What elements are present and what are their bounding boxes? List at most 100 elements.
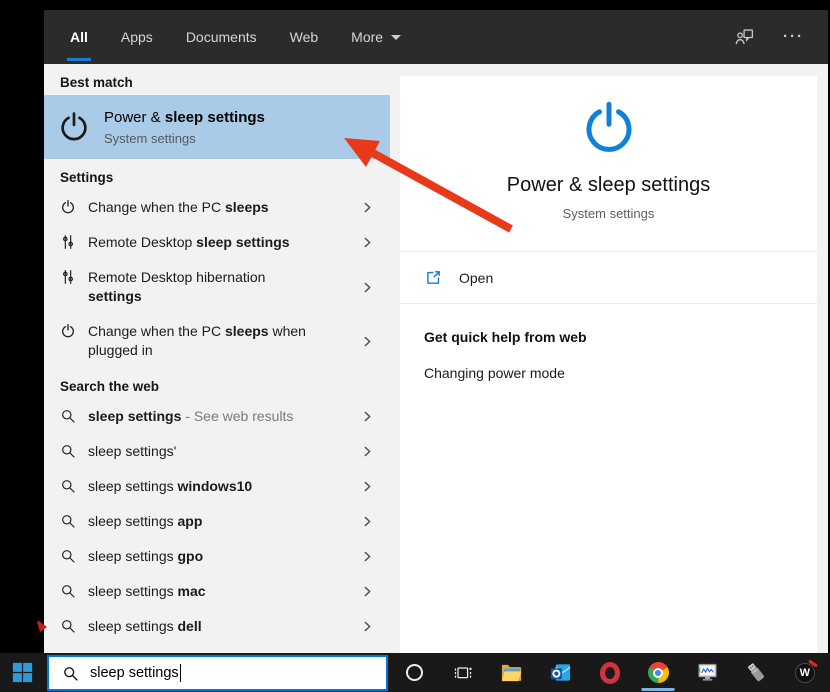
tab-all[interactable]: All — [67, 10, 91, 64]
windows-start-icon — [12, 662, 33, 683]
outlook-icon — [549, 661, 572, 684]
web-section-header: Search the web — [60, 379, 160, 394]
chevron-right-icon[interactable] — [361, 585, 374, 598]
chevron-right-icon[interactable] — [361, 201, 374, 214]
tab-apps[interactable]: Apps — [121, 10, 153, 64]
taskbar-usb-drive-icon[interactable] — [732, 653, 781, 692]
chevron-right-icon[interactable] — [361, 515, 374, 528]
preview-title: Power & sleep settings — [506, 174, 711, 196]
topbar-actions: ··· — [734, 27, 804, 48]
taskbar-chrome-icon[interactable] — [634, 653, 683, 692]
settings-result-list: Change when the PC sleeps Remote Desktop… — [44, 190, 390, 368]
taskbar-w-badge-icon[interactable]: W — [780, 653, 829, 692]
settings-section-header: Settings — [60, 170, 114, 185]
result-row[interactable]: Remote Desktop hibernation settings — [44, 260, 390, 314]
launch-icon — [425, 269, 442, 286]
tab-label: More — [351, 29, 384, 45]
power-icon-large — [400, 98, 817, 158]
taskbar-outlook-icon[interactable] — [536, 653, 585, 692]
chevron-right-icon[interactable] — [361, 480, 374, 493]
result-row[interactable]: Remote Desktop sleep settings — [44, 225, 390, 260]
result-text: sleep settings app — [88, 513, 203, 529]
tab-documents[interactable]: Documents — [186, 10, 257, 64]
best-match-title: Power & sleep settings — [104, 108, 265, 126]
taskbar-opera-icon[interactable] — [585, 653, 634, 692]
tab-label: Documents — [185, 29, 257, 45]
preview-subtitle: System settings — [562, 206, 655, 221]
power-icon — [60, 199, 76, 215]
preview-card: Power & sleep settings System settings O… — [400, 76, 817, 653]
result-row[interactable]: Change when the PC sleeps when plugged i… — [44, 314, 390, 368]
chevron-right-icon[interactable] — [361, 445, 374, 458]
tab-label: Web — [289, 29, 319, 45]
opera-icon — [599, 661, 620, 684]
result-row[interactable]: sleep settings dell — [44, 609, 390, 644]
result-text: sleep settings dell — [88, 618, 202, 634]
result-text: Remote Desktop sleep settings — [88, 234, 290, 250]
tab-web[interactable]: Web — [290, 10, 319, 64]
tab-label: Apps — [120, 29, 153, 45]
chrome-icon — [647, 662, 669, 683]
chevron-right-icon[interactable] — [361, 550, 374, 563]
start-button[interactable] — [12, 662, 33, 683]
preview-hero: Power & sleep settings System settings — [400, 76, 817, 252]
usb-drive-icon — [744, 661, 767, 684]
taskbar-cortana-ring-icon[interactable] — [390, 653, 439, 692]
account-feedback-icon[interactable] — [734, 27, 755, 48]
result-text: sleep settings' — [88, 443, 177, 459]
quick-help-header: Get quick help from web — [424, 329, 587, 345]
chevron-right-icon[interactable] — [361, 281, 374, 294]
chevron-right-icon[interactable] — [361, 335, 374, 348]
chevron-right-icon[interactable] — [361, 236, 374, 249]
result-text: Change when the PC sleeps when plugged i… — [88, 323, 306, 358]
chevron-down-icon — [391, 34, 402, 40]
search-query-text: sleep settings — [90, 665, 179, 681]
w-badge-icon: W — [794, 662, 815, 683]
result-row[interactable]: sleep settings - See web results — [44, 399, 390, 434]
result-row[interactable]: sleep settings app — [44, 504, 390, 539]
open-action[interactable]: Open — [400, 252, 817, 304]
text-caret — [179, 664, 181, 682]
taskbar-icon-row: W — [390, 653, 830, 692]
search-icon — [60, 513, 76, 529]
quick-help-section: Get quick help from web Changing power m… — [400, 304, 817, 406]
best-match-subtitle: System settings — [104, 130, 196, 146]
result-row[interactable]: Change when the PC sleeps — [44, 190, 390, 225]
chevron-right-icon[interactable] — [361, 620, 374, 633]
tuner-icon — [60, 269, 76, 285]
annotation-arrow-fragment — [34, 618, 47, 636]
result-row[interactable]: sleep settings gpo — [44, 539, 390, 574]
file-explorer-icon — [500, 661, 523, 684]
result-row[interactable]: sleep settings' — [44, 434, 390, 469]
tab-label: All — [70, 29, 88, 45]
result-text: Remote Desktop hibernation settings — [88, 269, 266, 304]
taskbar-task-view-icon[interactable] — [439, 653, 488, 692]
power-icon — [57, 110, 91, 144]
result-text: sleep settings - See web results — [88, 408, 294, 424]
ellipsis-menu-icon[interactable]: ··· — [783, 29, 804, 44]
taskbar-system-monitor-icon[interactable] — [683, 653, 732, 692]
quick-help-link[interactable]: Changing power mode — [424, 365, 793, 381]
topbar-tabs: All Apps Documents Web More — [67, 10, 434, 64]
result-row[interactable]: sleep settings windows10 — [44, 469, 390, 504]
search-icon — [60, 478, 76, 494]
result-text: sleep settings gpo — [88, 548, 204, 564]
search-icon — [62, 665, 79, 682]
search-flyout: All Apps Documents Web More ··· Best mat… — [44, 10, 828, 653]
results-panel: Best match Power & sleep settings System… — [44, 64, 390, 653]
tab-more[interactable]: More — [351, 10, 402, 64]
open-label: Open — [459, 269, 494, 286]
search-filter-bar: All Apps Documents Web More ··· — [44, 10, 828, 64]
power-icon — [60, 323, 76, 339]
flyout-content: Best match Power & sleep settings System… — [44, 64, 828, 653]
taskbar-search-input[interactable]: sleep settings — [47, 655, 388, 691]
best-match-item[interactable]: Power & sleep settings System settings — [44, 95, 390, 159]
taskbar-file-explorer-icon[interactable] — [488, 653, 537, 692]
search-icon — [60, 618, 76, 634]
task-view-icon — [453, 663, 473, 683]
chevron-right-icon[interactable] — [361, 410, 374, 423]
taskbar: sleep settings W — [0, 653, 830, 692]
result-row[interactable]: sleep settings mac — [44, 574, 390, 609]
result-text: sleep settings windows10 — [88, 478, 253, 494]
search-icon — [60, 548, 76, 564]
